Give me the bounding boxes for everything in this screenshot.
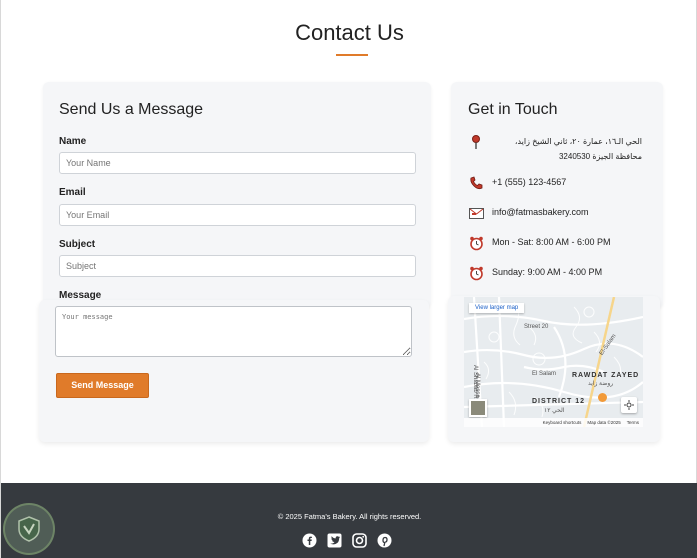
site-footer: © 2025 Fatma's Bakery. All rights reserv… (1, 483, 697, 558)
hours-weekday-row: Mon - Sat: 8:00 AM - 6:00 PM (468, 235, 611, 251)
subject-label: Subject (59, 239, 96, 250)
facebook-icon[interactable] (302, 533, 317, 548)
hours-sunday-text: Sunday: 9:00 AM - 4:00 PM (492, 267, 603, 277)
info-heading: Get in Touch (468, 101, 558, 118)
phone-row: +1 (555) 123-4567 (468, 175, 566, 191)
map-label-al-messa: Al Messa (474, 373, 480, 398)
copyright-text: © 2025 Fatma's Bakery. All rights reserv… (277, 512, 422, 521)
email-label: Email (59, 187, 86, 198)
phone-text[interactable]: +1 (555) 123-4567 (492, 175, 566, 189)
watermark-emblem-icon (3, 503, 55, 555)
social-links (302, 533, 392, 548)
embedded-map[interactable]: View larger map Street 20 El-Salam El Sa… (464, 297, 643, 427)
map-camera-control[interactable] (621, 397, 637, 413)
pinterest-icon[interactable] (377, 533, 392, 548)
crosshair-icon (624, 400, 634, 410)
contact-page: Contact Us Send Us a Message Name Email … (0, 0, 697, 558)
message-label: Message (59, 290, 102, 301)
map-label-district12: DISTRICT 12 (532, 398, 586, 405)
map-label-el-salam-2: El Salam (532, 371, 557, 377)
alarm-clock-icon (468, 265, 484, 281)
location-pin-icon (468, 134, 484, 150)
page-title: Contact Us (295, 20, 404, 45)
map-keyboard-shortcuts-link[interactable]: Keyboard shortcuts (543, 420, 582, 425)
subject-input[interactable] (59, 255, 416, 277)
form-heading: Send Us a Message (59, 101, 204, 118)
address-text: الحي الـ١٦، عمارة ٢٠، ثاني الشيخ زايد، م… (514, 137, 642, 161)
name-input[interactable] (59, 152, 416, 174)
map-label-street20: Street 20 (524, 324, 549, 330)
map-footer: Keyboard shortcuts Map data ©2025 Terms (464, 418, 643, 427)
map-label-district12-ar: الحي ١٢ (544, 408, 565, 414)
map-data-text: Map data ©2025 (587, 420, 621, 425)
phone-icon (468, 175, 484, 191)
map-label-rawdat-zayed: RAWDAT ZAYED (572, 372, 640, 379)
hours-weekday-text: Mon - Sat: 8:00 AM - 6:00 PM (492, 237, 611, 247)
message-textarea[interactable] (55, 306, 412, 357)
alarm-clock-icon (468, 235, 484, 251)
title-underline (336, 54, 368, 56)
map-label-rawdat-zayed-ar: روضة زايد (588, 381, 614, 387)
email-input[interactable] (59, 204, 416, 226)
address-row: الحي الـ١٦، عمارة ٢٠، ثاني الشيخ زايد، م… (468, 134, 642, 164)
map-terms-link[interactable]: Terms (627, 420, 639, 425)
instagram-icon[interactable] (352, 533, 367, 548)
email-row: info@fatmasbakery.com (468, 205, 589, 221)
send-message-button[interactable]: Send Message (56, 373, 149, 398)
twitter-icon[interactable] (327, 533, 342, 548)
map-poi-marker[interactable] (598, 393, 607, 402)
name-label: Name (59, 136, 87, 147)
hours-sunday-row: Sunday: 9:00 AM - 4:00 PM (468, 265, 602, 281)
envelope-icon (468, 205, 484, 221)
map-satellite-toggle[interactable] (469, 399, 487, 417)
view-larger-map-link[interactable]: View larger map (469, 303, 525, 313)
email-text[interactable]: info@fatmasbakery.com (492, 205, 589, 219)
